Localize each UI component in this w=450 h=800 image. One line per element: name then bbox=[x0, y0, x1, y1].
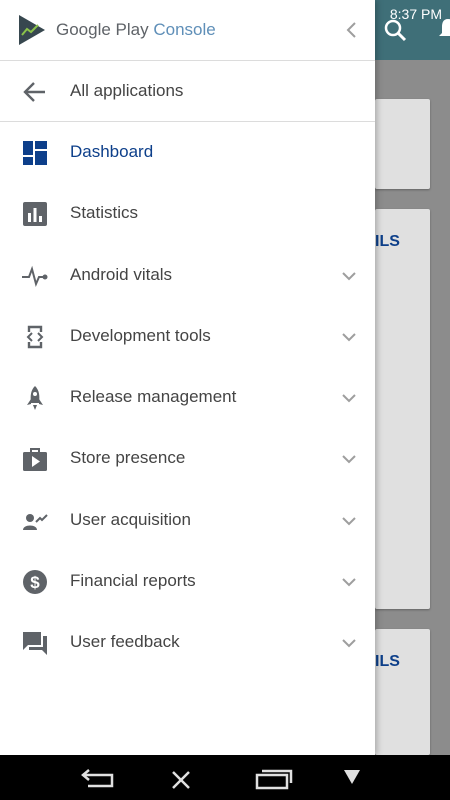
nav-item-financial-reports[interactable]: $ Financial reports bbox=[0, 551, 375, 612]
background-card-link[interactable]: ILS bbox=[375, 233, 400, 251]
chevron-down-icon[interactable] bbox=[341, 576, 357, 588]
nav-item-label: Financial reports bbox=[70, 571, 196, 591]
user-trending-icon bbox=[23, 513, 48, 530]
nav-item-store-presence[interactable]: Store presence bbox=[0, 428, 375, 489]
nav-item-label: Release management bbox=[70, 387, 237, 407]
chevron-left-icon[interactable] bbox=[343, 20, 361, 40]
chevron-down-icon[interactable] bbox=[341, 392, 357, 404]
brand-google-play: Google Play bbox=[56, 20, 149, 39]
brand-title: Google Play Console bbox=[56, 20, 216, 40]
background-card-link[interactable]: ILS bbox=[375, 653, 400, 671]
keyboard-hide-icon[interactable] bbox=[342, 767, 362, 787]
all-applications-label: All applications bbox=[70, 81, 184, 100]
svg-text:$: $ bbox=[30, 573, 40, 592]
nav-item-label: Development tools bbox=[70, 325, 211, 345]
nav-item-android-vitals[interactable]: Android vitals bbox=[0, 245, 375, 306]
background-card bbox=[375, 209, 430, 609]
back-icon[interactable] bbox=[78, 767, 118, 789]
pulse-icon bbox=[22, 265, 48, 287]
rocket-icon bbox=[27, 386, 43, 411]
chevron-down-icon[interactable] bbox=[341, 453, 357, 465]
all-applications-link[interactable]: All applications bbox=[0, 61, 375, 122]
nav-item-label: User feedback bbox=[70, 632, 180, 652]
nav-item-release-management[interactable]: Release management bbox=[0, 367, 375, 428]
nav-item-label: User acquisition bbox=[70, 509, 191, 529]
system-navigation-bar bbox=[0, 755, 450, 800]
recent-apps-icon[interactable] bbox=[254, 767, 294, 791]
background-card bbox=[375, 629, 430, 755]
search-icon[interactable] bbox=[383, 18, 407, 42]
dashboard-icon bbox=[23, 141, 47, 165]
nav-item-statistics[interactable]: Statistics bbox=[0, 183, 375, 244]
drawer-header: Google Play Console bbox=[0, 0, 375, 61]
notifications-icon[interactable] bbox=[438, 17, 450, 41]
nav-item-development-tools[interactable]: Development tools bbox=[0, 306, 375, 367]
chevron-down-icon[interactable] bbox=[341, 331, 357, 343]
nav-item-user-acquisition[interactable]: User acquisition bbox=[0, 490, 375, 551]
nav-item-label: Store presence bbox=[70, 448, 186, 468]
chevron-down-icon[interactable] bbox=[341, 637, 357, 649]
google-play-console-logo-icon bbox=[19, 15, 45, 45]
nav-item-label: Statistics bbox=[70, 203, 139, 223]
arrow-back-icon bbox=[23, 82, 45, 102]
chevron-down-icon[interactable] bbox=[341, 515, 357, 527]
shop-icon bbox=[23, 448, 47, 472]
close-icon[interactable] bbox=[170, 769, 192, 791]
nav-menu: Dashboard Statistics Android vitals Deve… bbox=[0, 122, 375, 674]
background-card bbox=[375, 99, 430, 189]
nav-item-user-feedback[interactable]: User feedback bbox=[0, 612, 375, 673]
nav-item-label: Dashboard bbox=[70, 142, 154, 161]
developer-mode-icon bbox=[26, 325, 44, 349]
feedback-icon bbox=[23, 632, 47, 656]
brand-console: Console bbox=[153, 20, 216, 39]
chevron-down-icon[interactable] bbox=[341, 270, 357, 282]
bar-chart-icon bbox=[23, 202, 47, 227]
nav-item-dashboard[interactable]: Dashboard bbox=[0, 122, 375, 183]
navigation-drawer: Google Play Console All applications Das… bbox=[0, 0, 375, 755]
dollar-icon: $ bbox=[23, 570, 47, 595]
nav-item-label: Android vitals bbox=[70, 264, 173, 284]
